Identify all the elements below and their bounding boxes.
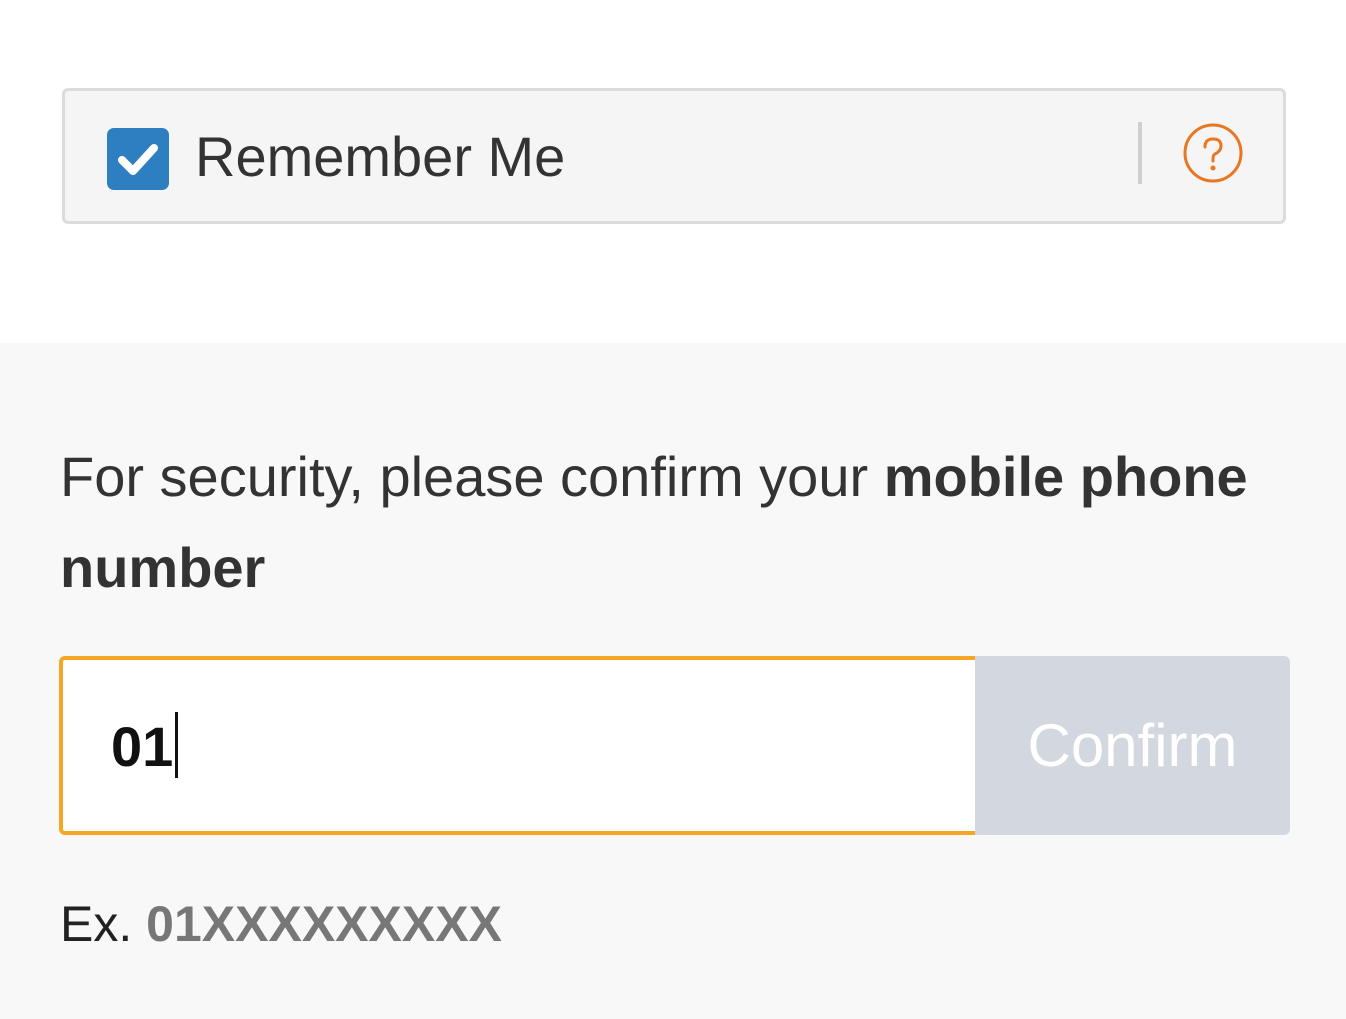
security-prompt-text: For security, please confirm your [60,445,884,508]
phone-number-input[interactable]: 01 [59,656,975,835]
remember-me-section: Remember Me [0,0,1346,343]
phone-number-value-wrap: 01 [111,712,179,782]
confirm-button[interactable]: Confirm [975,656,1290,835]
remember-me-label[interactable]: Remember Me [195,121,565,193]
phone-example: Ex. 01XXXXXXXXX [60,891,502,957]
question-circle-icon[interactable] [1182,122,1244,184]
divider [1138,122,1142,184]
remember-me-panel: Remember Me [62,88,1286,224]
text-caret [175,712,179,778]
phone-number-value: 01 [111,715,174,778]
check-icon [118,144,158,175]
remember-me-checkbox[interactable] [107,128,169,190]
phone-confirmation-section: For security, please confirm your mobile… [0,343,1346,1019]
example-value: 01XXXXXXXXX [146,896,502,952]
security-prompt: For security, please confirm your mobile… [60,431,1290,613]
example-prefix: Ex. [60,896,133,952]
